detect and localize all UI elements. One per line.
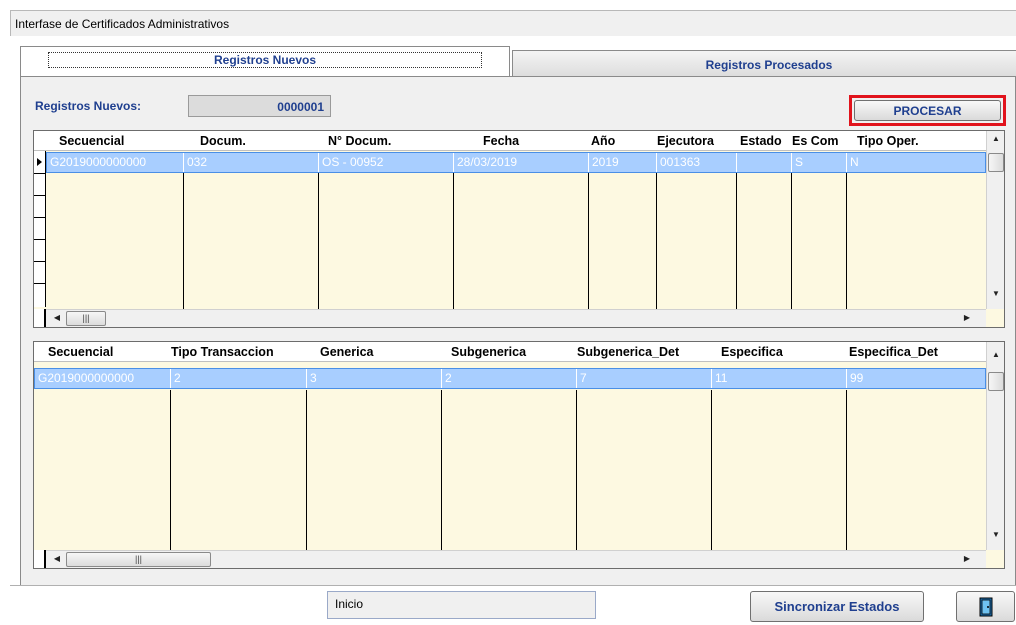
column-header[interactable]: Es Com — [792, 131, 852, 151]
column-header[interactable]: Subgenerica_Det — [577, 342, 717, 362]
tab-label: Registros Procesados — [705, 58, 833, 72]
horizontal-scrollbar[interactable]: ◀ ||| ▶ — [34, 309, 986, 327]
scroll-up-icon[interactable]: ▲ — [987, 134, 1004, 143]
status-field: Inicio — [327, 591, 596, 619]
cell-fecha: 28/03/2019 — [454, 153, 589, 172]
current-row-arrow-icon — [37, 158, 42, 166]
column-header[interactable]: N° Docum. — [328, 131, 448, 151]
cell-generica: 3 — [307, 369, 442, 388]
cell-secuencial: G2019000000000 — [35, 369, 171, 388]
row-indicator-column — [34, 151, 46, 307]
scroll-down-icon[interactable]: ▼ — [987, 289, 1004, 298]
column-header[interactable]: Secuencial — [59, 131, 179, 151]
cell-num-docum: OS - 00952 — [319, 153, 454, 172]
tab-registros-procesados[interactable]: Registros Procesados — [512, 50, 1016, 78]
scroll-thumb[interactable]: ||| — [66, 311, 106, 326]
tab-strip: Registros Nuevos Registros Procesados — [10, 46, 1016, 78]
registros-grid[interactable]: Secuencial Docum. N° Docum. Fecha Año Ej… — [33, 130, 1005, 328]
column-header[interactable]: Tipo Oper. — [857, 131, 957, 151]
tab-label: Registros Nuevos — [47, 52, 483, 68]
exit-button[interactable] — [956, 591, 1015, 622]
tab-panel: Registros Nuevos: 0000001 PROCESAR Secue… — [20, 76, 1016, 586]
cell-tipo-oper: N — [850, 155, 859, 169]
column-header[interactable]: Fecha — [483, 131, 593, 151]
cell-subgenerica: 2 — [442, 369, 577, 388]
tab-registros-nuevos[interactable]: Registros Nuevos — [20, 46, 510, 76]
column-header[interactable]: Secuencial — [48, 342, 168, 362]
scroll-right-icon[interactable]: ▶ — [958, 313, 976, 322]
procesar-button[interactable]: PROCESAR — [854, 100, 1001, 121]
cell-secuencial: G2019000000000 — [47, 153, 184, 172]
scroll-down-icon[interactable]: ▼ — [987, 530, 1004, 539]
cell-estado — [737, 153, 792, 172]
divider — [10, 585, 1016, 586]
grid-header: Secuencial Tipo Transaccion Generica Sub… — [34, 342, 986, 362]
vertical-scrollbar[interactable]: ▲ ▼ — [986, 131, 1004, 309]
scroll-left-icon[interactable]: ◀ — [48, 554, 66, 563]
scroll-right-icon[interactable]: ▶ — [958, 554, 976, 563]
column-header[interactable]: Docum. — [200, 131, 310, 151]
scroll-thumb[interactable] — [988, 153, 1004, 172]
detalle-grid[interactable]: Secuencial Tipo Transaccion Generica Sub… — [33, 341, 1005, 569]
window-titlebar: Interfase de Certificados Administrativo… — [10, 10, 1016, 36]
cell-especifica-det: 99 — [850, 371, 864, 385]
column-header[interactable]: Tipo Transaccion — [171, 342, 306, 362]
column-header[interactable]: Año — [591, 131, 651, 151]
window-title: Interfase de Certificados Administrativo… — [15, 17, 230, 31]
table-row[interactable]: G2019000000000 032 OS - 00952 28/03/2019… — [46, 152, 986, 173]
scroll-thumb[interactable] — [988, 372, 1004, 391]
registros-nuevos-label: Registros Nuevos: — [35, 99, 142, 113]
column-header[interactable]: Ejecutora — [657, 131, 742, 151]
scroll-thumb[interactable]: ||| — [66, 552, 211, 567]
vertical-scrollbar[interactable]: ▲ ▼ — [986, 342, 1004, 550]
cell-anio: 2019 — [589, 153, 657, 172]
scroll-up-icon[interactable]: ▲ — [987, 350, 1004, 359]
cell-especifica: 11 — [712, 369, 847, 388]
exit-door-icon — [979, 597, 992, 617]
column-header[interactable]: Subgenerica — [451, 342, 581, 362]
sincronizar-estados-button[interactable]: Sincronizar Estados — [750, 591, 924, 622]
table-row[interactable]: G2019000000000 2 3 2 7 11 99 — [34, 368, 986, 389]
column-header[interactable]: Generica — [320, 342, 450, 362]
scroll-left-icon[interactable]: ◀ — [48, 313, 66, 322]
horizontal-scrollbar[interactable]: ◀ ||| ▶ — [34, 550, 986, 568]
registros-nuevos-count: 0000001 — [188, 95, 331, 117]
grid-header: Secuencial Docum. N° Docum. Fecha Año Ej… — [34, 131, 986, 151]
column-header[interactable]: Estado — [740, 131, 800, 151]
cell-ejecutora: 001363 — [657, 153, 737, 172]
column-header[interactable]: Especifica_Det — [849, 342, 979, 362]
column-header[interactable]: Especifica — [721, 342, 841, 362]
cell-es-com: S — [792, 153, 847, 172]
cell-docum: 032 — [184, 153, 319, 172]
cell-tipo-transaccion: 2 — [171, 369, 307, 388]
cell-subgenerica-det: 7 — [577, 369, 712, 388]
